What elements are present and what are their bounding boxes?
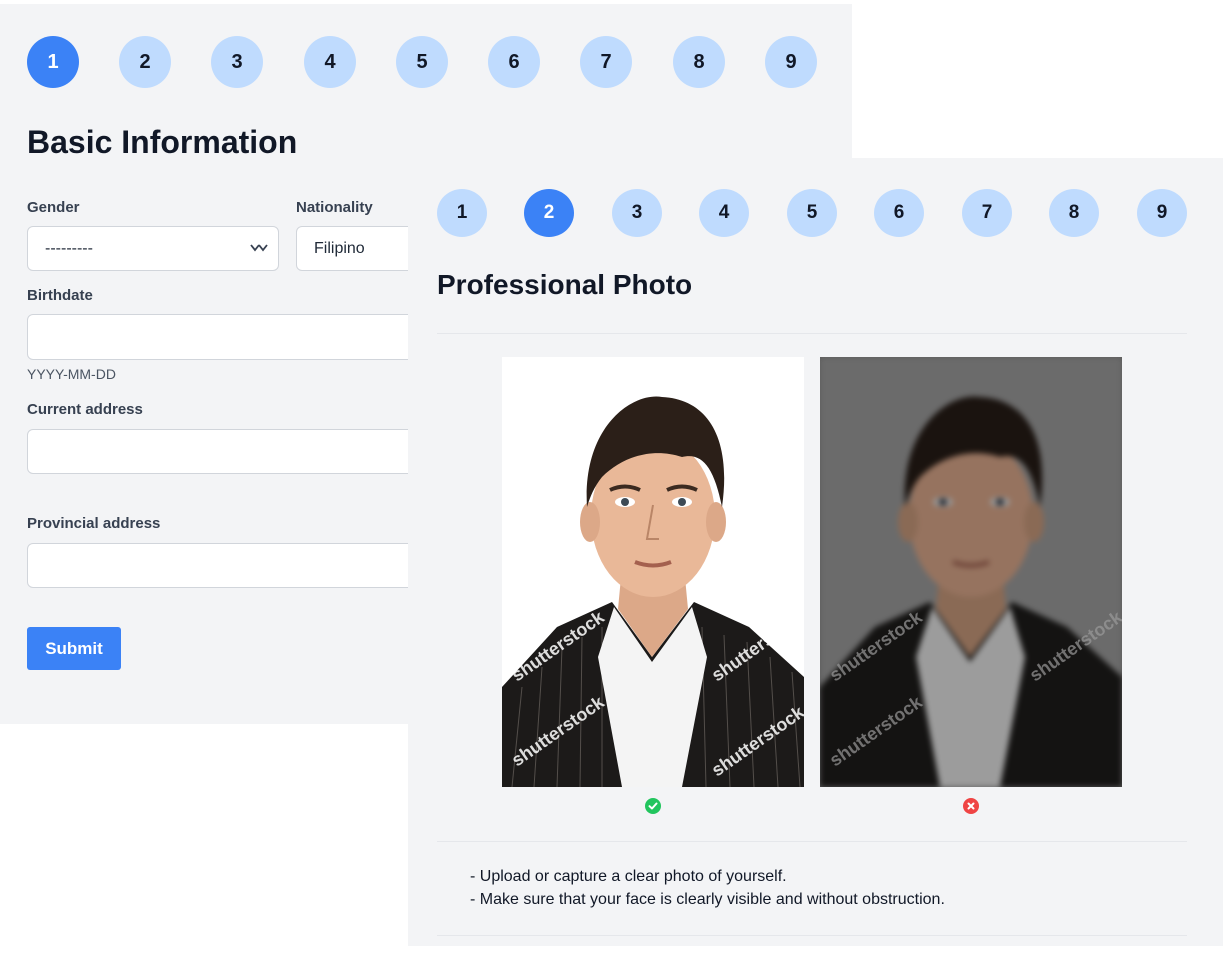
- cross-icon: [963, 798, 979, 814]
- watermark-text: shutterstock: [1026, 606, 1122, 685]
- step-2[interactable]: 2: [119, 36, 171, 88]
- gender-select-value: ---------: [45, 240, 93, 257]
- step-3[interactable]: 3: [211, 36, 263, 88]
- step-6[interactable]: 6: [874, 189, 924, 237]
- bad-example-photo: shutterstock shutterstock shutterstock: [820, 357, 1122, 787]
- step-7[interactable]: 7: [580, 36, 632, 88]
- step-7[interactable]: 7: [962, 189, 1012, 237]
- check-icon: [645, 798, 661, 814]
- step-8[interactable]: 8: [1049, 189, 1099, 237]
- step-3[interactable]: 3: [612, 189, 662, 237]
- page-title: Professional Photo: [437, 269, 693, 300]
- step-5[interactable]: 5: [396, 36, 448, 88]
- divider: [437, 333, 1187, 334]
- watermark-text: shutterstock: [826, 691, 927, 770]
- divider: [437, 935, 1187, 936]
- watermark-text: shutterstock: [826, 606, 927, 685]
- divider: [437, 841, 1187, 842]
- watermark-layer: shutterstock shutterstock shutterstock: [826, 606, 1122, 770]
- step-9[interactable]: 9: [765, 36, 817, 88]
- submit-button[interactable]: Submit: [27, 627, 121, 670]
- gender-label: Gender: [27, 199, 80, 216]
- birthdate-label: Birthdate: [27, 287, 93, 304]
- good-example-photo: shutterstock shutterstock shutterstock s…: [502, 357, 804, 787]
- nationality-value: Filipino: [314, 240, 365, 257]
- professional-photo-panel: 1 2 3 4 5 6 7 8 9 Professional Photo shu…: [408, 158, 1223, 946]
- instruction-line: - Make sure that your face is clearly vi…: [470, 891, 945, 908]
- nationality-label: Nationality: [296, 199, 373, 216]
- step-2[interactable]: 2: [524, 189, 574, 237]
- step-1[interactable]: 1: [27, 36, 79, 88]
- step-8[interactable]: 8: [673, 36, 725, 88]
- portrait-illustration: shutterstock shutterstock shutterstock s…: [502, 357, 804, 787]
- gender-select[interactable]: ---------: [27, 226, 279, 271]
- step-6[interactable]: 6: [488, 36, 540, 88]
- step-4[interactable]: 4: [699, 189, 749, 237]
- step-9[interactable]: 9: [1137, 189, 1187, 237]
- page-title: Basic Information: [27, 124, 298, 160]
- current-address-label: Current address: [27, 401, 143, 418]
- step-1[interactable]: 1: [437, 189, 487, 237]
- step-4[interactable]: 4: [304, 36, 356, 88]
- chevron-down-icon: [250, 242, 268, 257]
- birthdate-hint: YYYY-MM-DD: [27, 366, 116, 382]
- provincial-address-label: Provincial address: [27, 515, 161, 532]
- step-5[interactable]: 5: [787, 189, 837, 237]
- instruction-line: - Upload or capture a clear photo of you…: [470, 868, 787, 885]
